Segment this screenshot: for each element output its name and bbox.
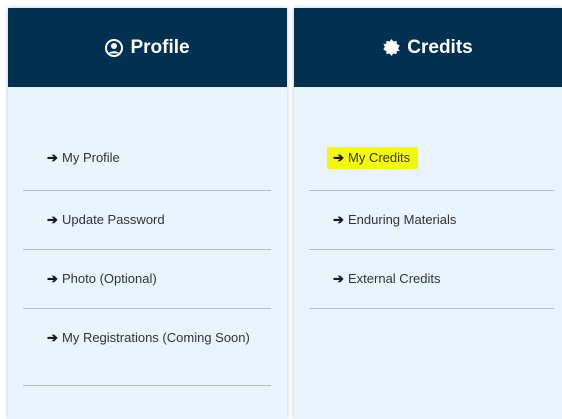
credits-title: Credits [407, 36, 473, 58]
menu-item-label: My Registrations (Coming Soon) [62, 330, 250, 345]
gear-badge-icon [383, 39, 400, 56]
credits-panel: Credits ➔ My Credits ➔ Enduring Material… [294, 8, 562, 419]
profile-title: Profile [130, 36, 190, 58]
menu-item-label: Photo (Optional) [62, 271, 157, 286]
menu-item-enduring-materials[interactable]: ➔ Enduring Materials [309, 191, 554, 250]
arrow-right-icon: ➔ [333, 150, 344, 165]
menu-item-label: External Credits [348, 271, 441, 286]
menu-item-my-registrations[interactable]: ➔ My Registrations (Coming Soon) [23, 309, 271, 386]
credits-menu: ➔ My Credits ➔ Enduring Materials ➔ Exte… [309, 126, 554, 309]
credits-header: Credits [294, 8, 562, 87]
menu-item-photo[interactable]: ➔ Photo (Optional) [23, 250, 271, 309]
menu-item-label: My Profile [62, 150, 120, 165]
menu-item-update-password[interactable]: ➔ Update Password [23, 191, 271, 250]
profile-panel: Profile ➔ My Profile ➔ Update Password ➔… [8, 8, 287, 419]
menu-item-label: Update Password [62, 212, 165, 227]
menu-item-my-credits[interactable]: ➔ My Credits [309, 126, 554, 191]
arrow-right-icon: ➔ [333, 212, 344, 227]
menu-item-label: My Credits [348, 150, 411, 165]
arrow-right-icon: ➔ [47, 271, 58, 286]
arrow-right-icon: ➔ [47, 150, 58, 165]
menu-item-label: Enduring Materials [348, 212, 457, 227]
arrow-right-icon: ➔ [333, 271, 344, 286]
profile-header: Profile [8, 8, 287, 87]
arrow-right-icon: ➔ [47, 330, 58, 345]
profile-menu: ➔ My Profile ➔ Update Password ➔ Photo (… [23, 126, 271, 386]
menu-item-my-profile[interactable]: ➔ My Profile [23, 126, 271, 191]
menu-item-external-credits[interactable]: ➔ External Credits [309, 250, 554, 309]
user-circle-icon [105, 38, 124, 57]
arrow-right-icon: ➔ [47, 212, 58, 227]
highlight-marker: ➔ My Credits [327, 147, 419, 169]
